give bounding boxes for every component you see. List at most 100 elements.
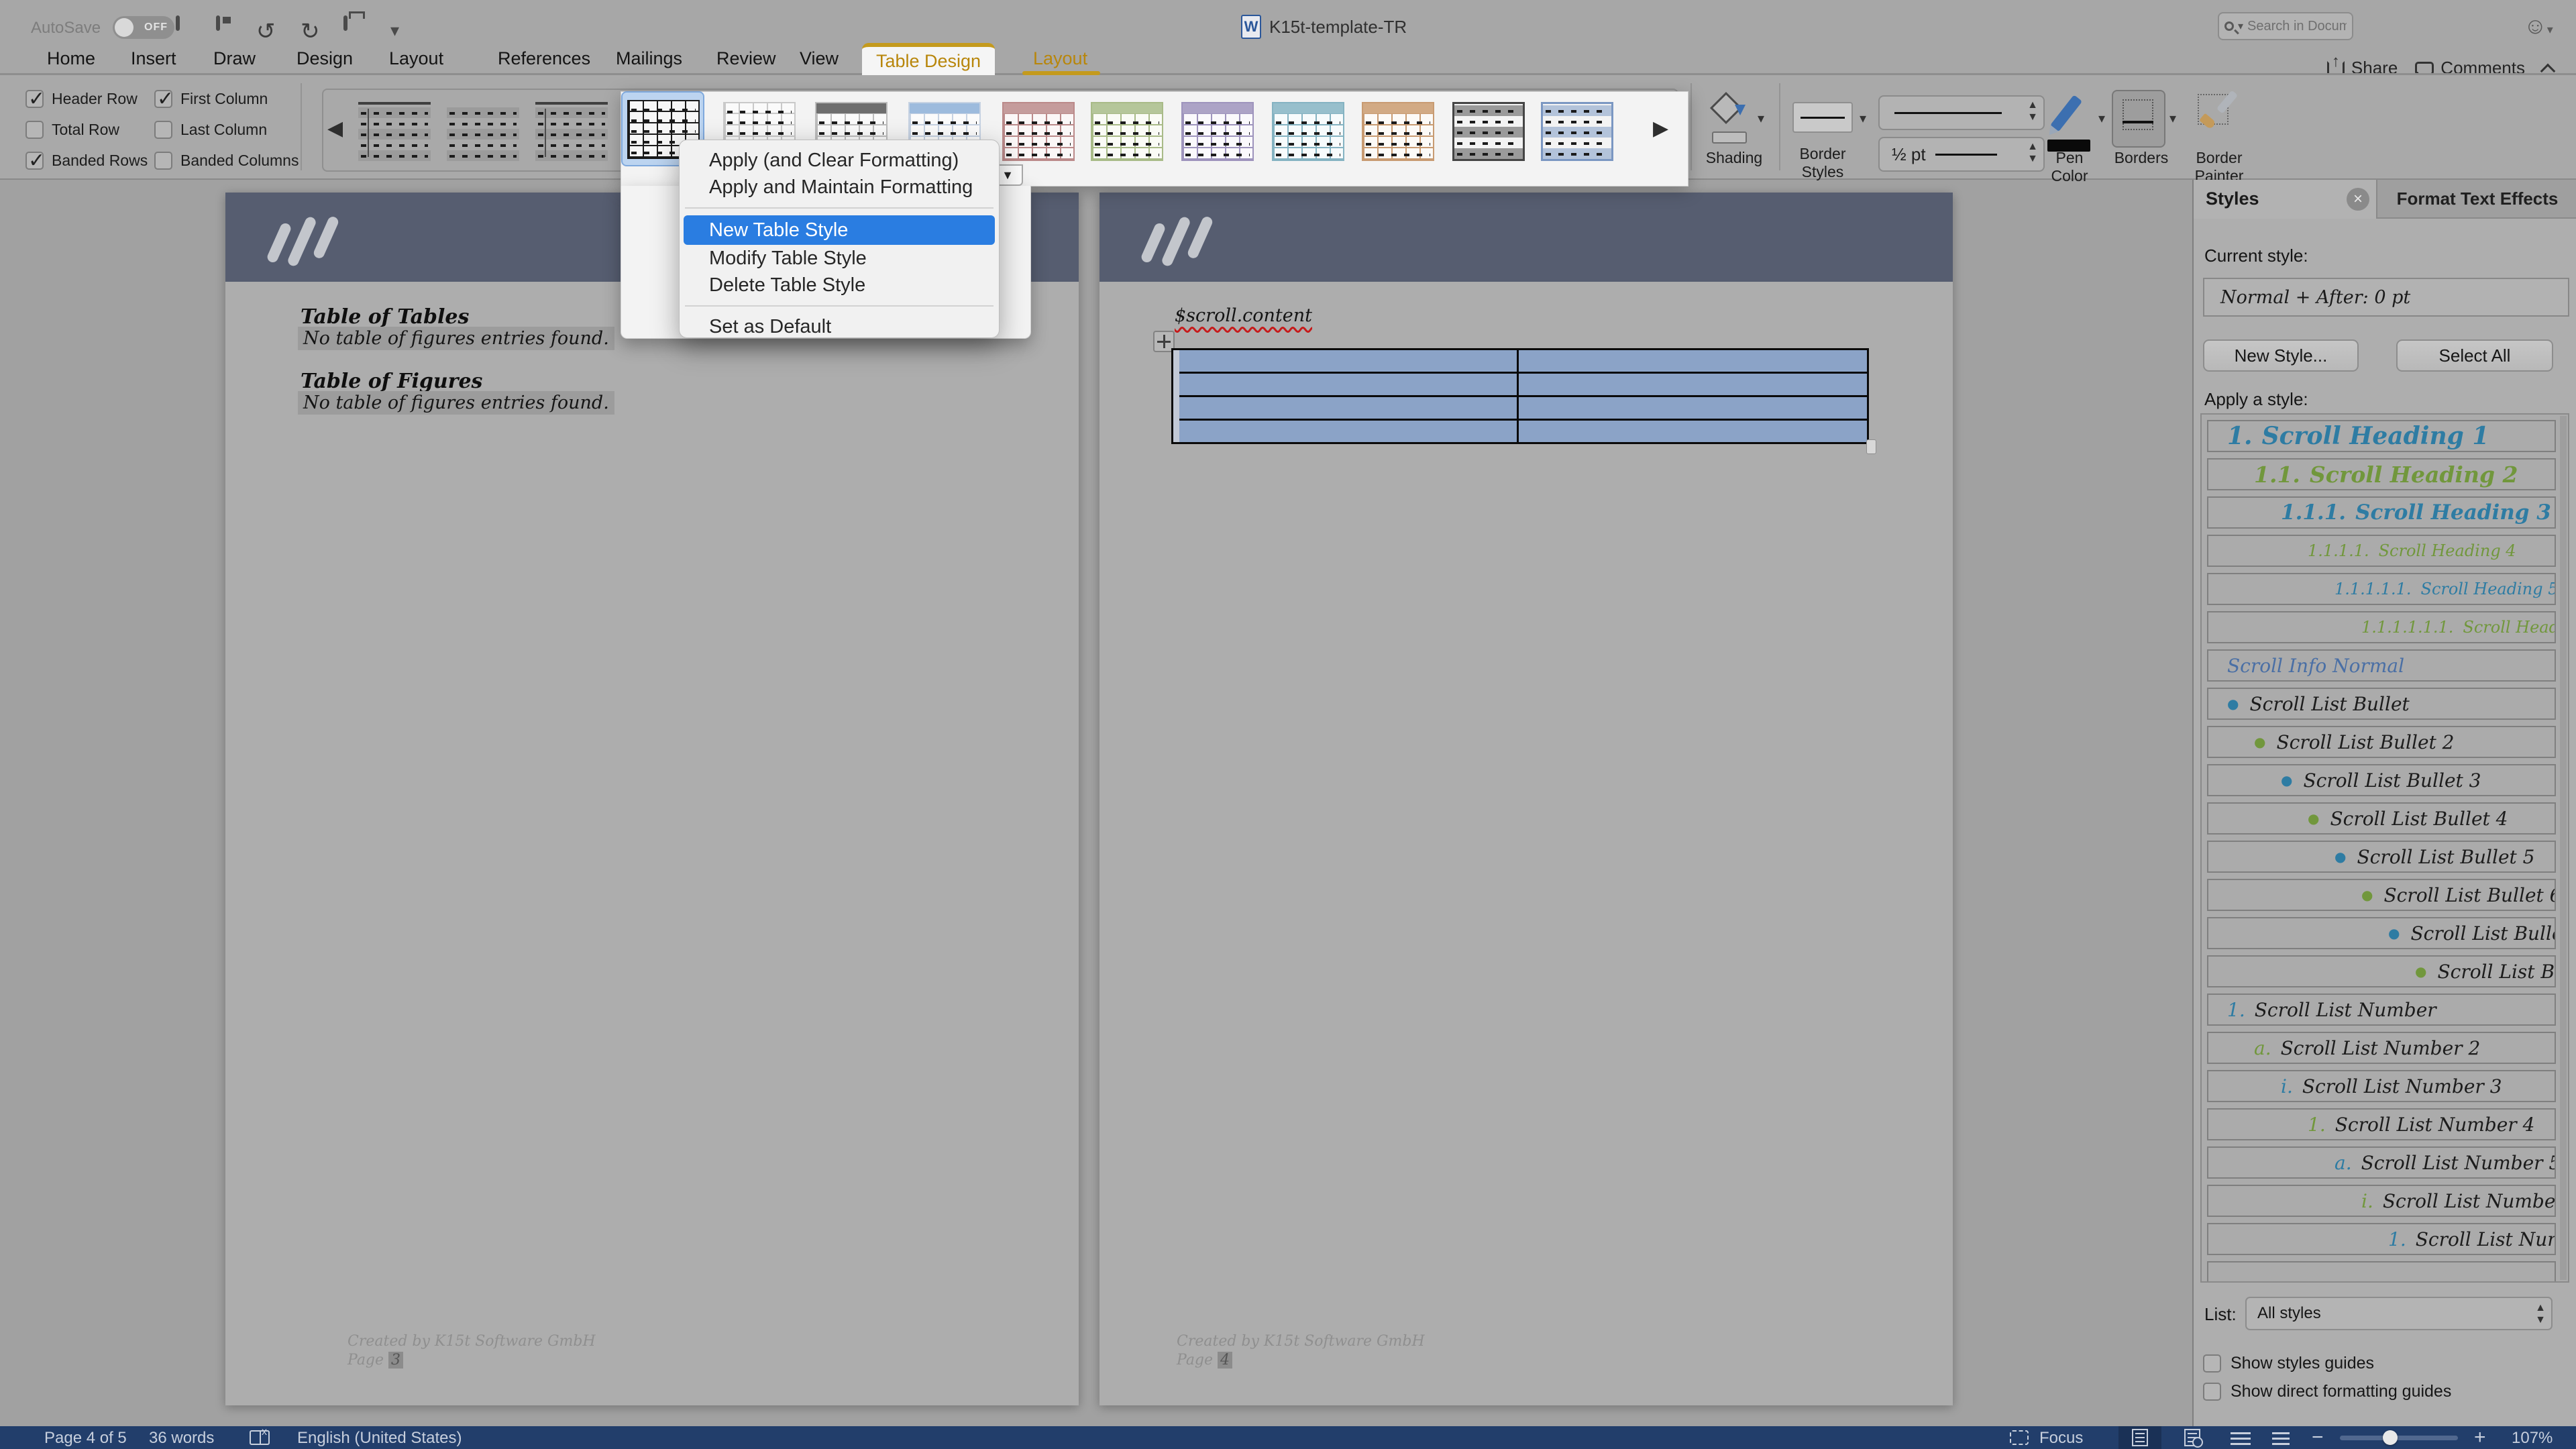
shading-dropdown-icon[interactable]: ▾ — [1758, 110, 1764, 127]
style-item[interactable]: ●Scroll List Bullet 5 — [2207, 841, 2556, 873]
scroll-content-placeholder[interactable]: $scroll.content — [1175, 305, 1312, 326]
close-icon[interactable]: × — [2347, 188, 2369, 211]
menu-item-delete-table-style[interactable]: Delete Table Style — [680, 272, 999, 299]
borders-dropdown-icon[interactable]: ▾ — [2169, 110, 2176, 127]
style-item[interactable]: ●Scroll List Bullet — [2207, 688, 2556, 720]
zoom-in-button[interactable]: + — [2474, 1426, 2486, 1449]
web-layout-view-button[interactable] — [2171, 1426, 2214, 1449]
checkbox-last-column[interactable]: Last Column — [154, 121, 267, 139]
customize-toolbar-icon[interactable]: ▾ — [390, 20, 399, 41]
line-weight-selector[interactable]: ½ pt ▲▼ — [1878, 137, 2045, 172]
show-styles-guides-checkbox[interactable] — [2203, 1354, 2221, 1373]
style-item[interactable]: ●Scroll List Bullet 6 — [2207, 879, 2556, 911]
gallery-scroll-right-icon[interactable]: ▶ — [1653, 117, 1668, 140]
word-count[interactable]: 36 words — [149, 1429, 214, 1448]
document-table[interactable] — [1171, 348, 1869, 444]
show-direct-formatting-checkbox[interactable] — [2203, 1383, 2221, 1401]
table-style-thumbnail[interactable] — [1091, 102, 1163, 161]
border-painter-icon[interactable] — [2198, 94, 2229, 125]
header-row-checkbox[interactable] — [25, 90, 44, 108]
tab-view[interactable]: View — [800, 48, 839, 69]
line-weight-down-icon[interactable]: ▼ — [2027, 153, 2038, 165]
search-input[interactable]: ▾ Search in Document — [2218, 12, 2353, 40]
style-item[interactable]: a.Scroll List Number 2 — [2207, 1032, 2556, 1064]
table-style-thumbnail[interactable] — [1541, 102, 1613, 161]
style-item[interactable]: 1.1.1.1.Scroll Heading 4 — [2207, 535, 2556, 567]
document-canvas[interactable]: Table of Tables No table of figures entr… — [0, 181, 2192, 1426]
tab-table-layout[interactable]: Layout — [1033, 48, 1087, 69]
style-item[interactable]: ●Scroll List Bullet 7 — [2207, 917, 2556, 949]
redo-icon[interactable]: ↻ — [301, 20, 320, 43]
style-item[interactable]: 1.Scroll List Number — [2207, 994, 2556, 1026]
style-item[interactable]: 1.1.1.1.1.1.Scroll Heading 6 — [2207, 611, 2556, 643]
style-item[interactable]: 1.Scroll List Number 4 — [2207, 1108, 2556, 1140]
style-item[interactable]: 1.Scroll List Number 7 — [2207, 1223, 2556, 1255]
language-indicator[interactable]: English (United States) — [297, 1429, 462, 1448]
style-item[interactable]: 1.1.1.Scroll Heading 3 — [2207, 496, 2556, 529]
checkbox-banded-rows[interactable]: Banded Rows — [25, 152, 148, 170]
table-style-thumbnail[interactable] — [1452, 102, 1525, 161]
line-weight-up-icon[interactable]: ▲ — [2027, 141, 2038, 153]
proofing-status-icon[interactable] — [250, 1430, 270, 1445]
menu-item-new-table-style[interactable]: New Table Style — [684, 215, 995, 245]
gallery-scroll-left-icon[interactable]: ◀ — [327, 117, 343, 140]
table-row[interactable] — [1173, 419, 1867, 442]
style-item[interactable]: ●Scroll List Bullet 2 — [2207, 726, 2556, 758]
checkbox-header-row[interactable]: Header Row — [25, 90, 138, 108]
table-row[interactable] — [1173, 395, 1867, 419]
style-item[interactable]: 1.Scroll Heading 1 — [2207, 420, 2556, 452]
tab-mailings[interactable]: Mailings — [616, 48, 682, 69]
document-page-left[interactable]: Table of Tables No table of figures entr… — [225, 193, 1079, 1405]
draft-view-button[interactable] — [2259, 1426, 2302, 1449]
style-item[interactable]: ●Scroll List Bullet 4 — [2207, 802, 2556, 835]
zoom-percent[interactable]: 107% — [2512, 1429, 2553, 1448]
menu-item-modify-table-style[interactable]: Modify Table Style — [680, 245, 999, 272]
table-resize-handle[interactable] — [1866, 439, 1876, 454]
style-item[interactable]: a.Scroll List Number 5 — [2207, 1146, 2556, 1179]
focus-label[interactable]: Focus — [2039, 1429, 2083, 1448]
feedback-smiley-icon[interactable]: ☺▾ — [2524, 13, 2553, 40]
search-scope-chevron-icon[interactable]: ▾ — [2238, 19, 2243, 33]
tab-insert[interactable]: Insert — [131, 48, 176, 69]
print-icon[interactable] — [343, 17, 347, 30]
tab-review[interactable]: Review — [716, 48, 776, 69]
autosave-toggle[interactable]: OFF — [113, 16, 174, 39]
show-styles-guides-option[interactable]: Show styles guides — [2203, 1354, 2374, 1373]
tab-table-design[interactable]: Table Design — [862, 43, 995, 75]
save-icon[interactable] — [216, 17, 220, 30]
tab-design[interactable]: Design — [297, 48, 353, 69]
pen-color-pencil-icon[interactable] — [2050, 95, 2082, 132]
first-column-checkbox[interactable] — [154, 90, 172, 108]
border-styles-dropdown-icon[interactable]: ▾ — [1860, 110, 1866, 127]
table-style-thumbnail[interactable] — [535, 102, 608, 161]
style-item-partial[interactable] — [2207, 1261, 2556, 1283]
table-row[interactable] — [1173, 372, 1867, 395]
pen-color-dropdown-icon[interactable]: ▾ — [2098, 110, 2105, 127]
show-direct-formatting-option[interactable]: Show direct formatting guides — [2203, 1382, 2451, 1401]
list-filter-dropdown[interactable]: All styles ▲▼ — [2245, 1297, 2553, 1330]
table-style-thumbnail[interactable] — [1362, 102, 1434, 161]
line-style-up-icon[interactable]: ▲ — [2027, 99, 2038, 111]
line-style-down-icon[interactable]: ▼ — [2027, 111, 2038, 123]
table-style-thumbnail[interactable] — [1272, 102, 1344, 161]
outline-view-button[interactable] — [2219, 1426, 2262, 1449]
zoom-slider-track[interactable] — [2340, 1436, 2458, 1440]
print-layout-view-button[interactable] — [2118, 1426, 2161, 1449]
style-item[interactable]: ●Scroll List Bullet 3 — [2207, 764, 2556, 796]
checkbox-banded-columns[interactable]: Banded Columns — [154, 152, 299, 170]
styles-list[interactable]: 1.Scroll Heading 1 1.1.Scroll Heading 2 … — [2200, 413, 2569, 1283]
table-style-thumbnail[interactable] — [447, 102, 519, 161]
table-style-thumbnail[interactable] — [358, 102, 431, 161]
style-item[interactable]: i.Scroll List Number 3 — [2207, 1070, 2556, 1102]
undo-icon[interactable]: ↺ — [256, 20, 276, 43]
style-item[interactable]: ●Scroll List Bullet 8 — [2207, 955, 2556, 987]
border-style-sample[interactable] — [1792, 102, 1853, 133]
open-document-icon[interactable] — [176, 17, 180, 30]
new-style-button[interactable]: New Style... — [2203, 339, 2359, 372]
last-column-checkbox[interactable] — [154, 121, 172, 139]
banded-columns-checkbox[interactable] — [154, 152, 172, 170]
total-row-checkbox[interactable] — [25, 121, 44, 139]
borders-button[interactable] — [2112, 90, 2165, 148]
zoom-slider-knob[interactable] — [2383, 1430, 2398, 1445]
focus-icon[interactable] — [2010, 1430, 2029, 1445]
